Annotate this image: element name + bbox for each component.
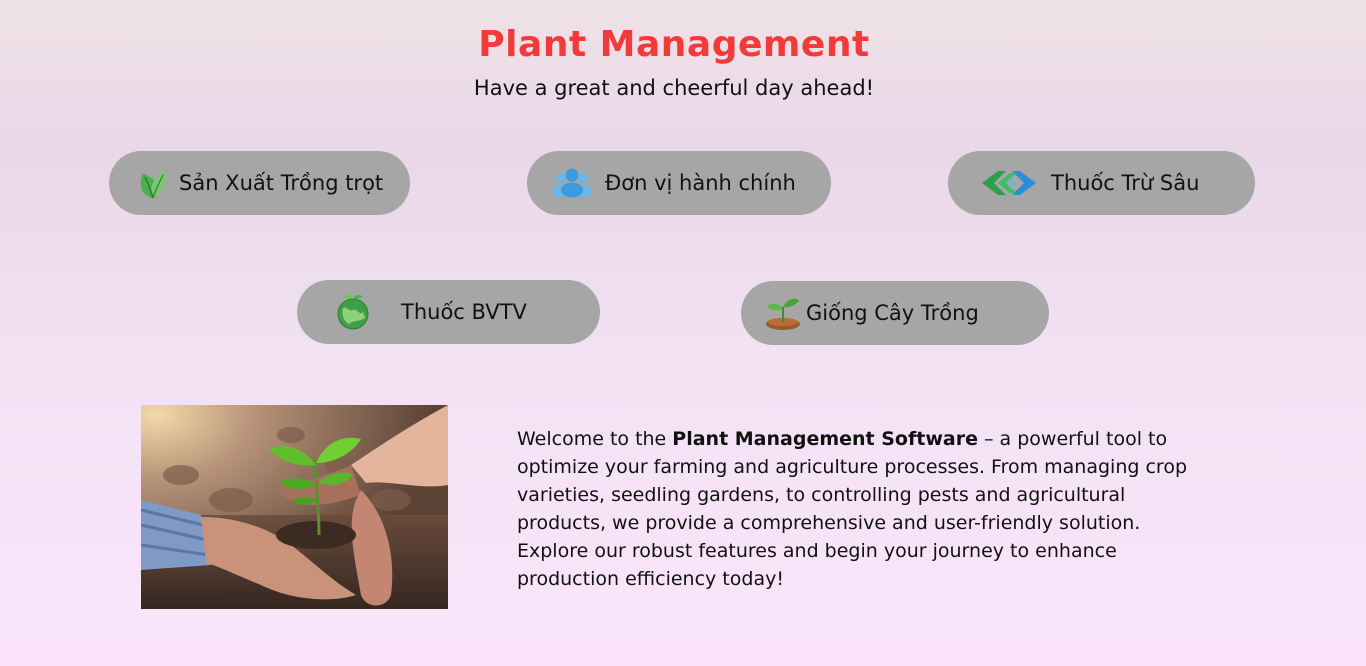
sprout-icon — [763, 293, 803, 333]
page-subtitle: Have a great and cheerful day ahead! — [473, 76, 875, 100]
arrows-logo-icon — [980, 165, 1038, 201]
menu-button-crop-production[interactable]: Sản Xuất Trồng trọt — [109, 151, 410, 215]
intro-prefix: Welcome to the — [517, 428, 673, 450]
seedling-in-hands-photo — [141, 405, 448, 609]
globe-leaf-icon — [333, 292, 373, 332]
leaf-icon — [135, 165, 171, 201]
menu-button-plant-protection[interactable]: Thuốc BVTV — [297, 280, 600, 344]
intro-paragraph: Welcome to the Plant Management Software… — [517, 425, 1217, 593]
intro-product-name: Plant Management Software — [672, 428, 978, 450]
menu-button-label: Thuốc Trừ Sâu — [1051, 171, 1200, 195]
menu-button-plant-varieties[interactable]: Giống Cây Trồng — [741, 281, 1049, 345]
menu-button-label: Thuốc BVTV — [401, 300, 527, 324]
menu-button-pesticides[interactable]: Thuốc Trừ Sâu — [948, 151, 1255, 215]
menu-button-label: Giống Cây Trồng — [806, 301, 979, 325]
page-title: Plant Management — [478, 24, 870, 65]
menu-button-label: Đơn vị hành chính — [605, 171, 796, 195]
intro-body: – a powerful tool to optimize your farmi… — [517, 428, 1188, 590]
people-icon — [549, 165, 595, 201]
menu-button-administrative-units[interactable]: Đơn vị hành chính — [527, 151, 831, 215]
menu-button-label: Sản Xuất Trồng trọt — [179, 171, 384, 195]
